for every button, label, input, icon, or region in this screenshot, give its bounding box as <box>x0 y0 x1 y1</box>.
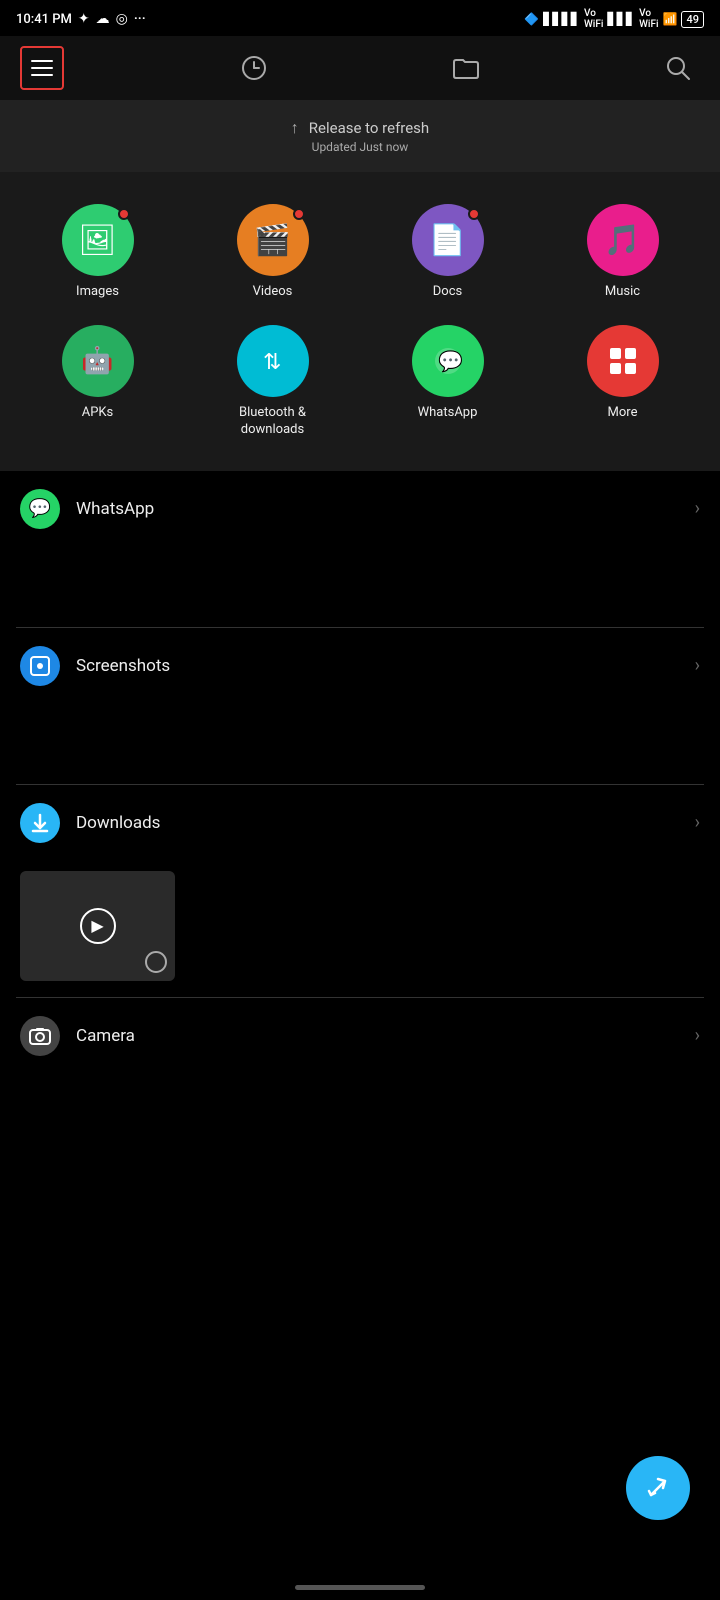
whatsapp-icon: 💬 <box>429 342 467 380</box>
camera-section-label: Camera <box>76 1026 695 1046</box>
videos-icon-bg: 🎬 <box>237 204 309 276</box>
whatsapp-section-label: WhatsApp <box>76 499 695 519</box>
folder-button[interactable] <box>444 46 488 90</box>
search-button[interactable] <box>656 46 700 90</box>
signal2-icon: ▋▋▋ <box>607 12 635 26</box>
bluetooth-download-icon: ⇅ <box>257 345 289 377</box>
status-bar: 10:41 PM ✦ ☁ ◎ ··· 🔷 ▋▋▋▋ VoWiFi ▋▋▋ VoW… <box>0 0 720 36</box>
camera-icon-glyph <box>29 1025 51 1047</box>
videos-notif-dot <box>293 208 305 220</box>
fab-button[interactable] <box>626 1456 690 1520</box>
whatsapp-section-icon-glyph: 💬 <box>29 498 51 519</box>
bluetooth-icon: 🔷 <box>524 12 539 26</box>
recent-button[interactable] <box>232 46 276 90</box>
refresh-sub-text: Updated Just now <box>10 140 710 154</box>
cloud-icon: ☁ <box>96 11 110 27</box>
category-bluetooth[interactable]: ⇅ Bluetooth &downloads <box>185 313 360 451</box>
camera-section-item[interactable]: Camera › <box>0 998 720 1074</box>
apks-label: APKs <box>82 405 114 422</box>
hamburger-icon <box>31 60 53 76</box>
screenshots-section-icon <box>20 646 60 686</box>
category-music[interactable]: 🎵 Music <box>535 192 710 313</box>
more-grid-icon <box>605 343 641 379</box>
whatsapp-icon-bg: 💬 <box>412 325 484 397</box>
fab-icon <box>643 1473 673 1503</box>
battery-indicator: 49 <box>681 11 704 28</box>
screenshots-icon-glyph <box>29 655 51 677</box>
whatsapp-section-icon: 💬 <box>20 489 60 529</box>
more-label: More <box>608 405 638 422</box>
category-videos[interactable]: 🎬 Videos <box>185 192 360 313</box>
images-icon-bg: 🖼 <box>62 204 134 276</box>
docs-notif-dot <box>468 208 480 220</box>
pull-to-refresh-banner: ↑ Release to refresh Updated Just now <box>0 100 720 172</box>
svg-text:💬: 💬 <box>438 349 463 373</box>
more-icon-bg <box>587 325 659 397</box>
top-nav <box>0 36 720 100</box>
thumb-circle-indicator <box>145 951 167 973</box>
images-notif-dot <box>118 208 130 220</box>
videos-label: Videos <box>253 284 293 301</box>
vo-wifi2-label: VoWiFi <box>639 8 658 30</box>
play-button[interactable]: ▶ <box>80 908 116 944</box>
screenshots-spacer <box>0 704 720 784</box>
category-whatsapp[interactable]: 💬 WhatsApp <box>360 313 535 451</box>
category-apks[interactable]: 🤖 APKs <box>10 313 185 451</box>
downloads-section-icon <box>20 803 60 843</box>
arrow-up-icon: ↑ <box>291 118 299 138</box>
status-right: 🔷 ▋▋▋▋ VoWiFi ▋▋▋ VoWiFi 📶 49 <box>524 8 704 30</box>
instagram-icon: ◎ <box>116 11 128 27</box>
camera-section-icon <box>20 1016 60 1056</box>
downloads-thumbnail-area: ▶ <box>0 861 720 997</box>
downloads-icon-glyph <box>29 812 51 834</box>
whatsapp-label: WhatsApp <box>418 405 478 422</box>
whatsapp-spacer <box>0 547 720 627</box>
apks-icon-bg: 🤖 <box>62 325 134 397</box>
category-docs[interactable]: 📄 Docs <box>360 192 535 313</box>
whatsapp-section-item[interactable]: 💬 WhatsApp › <box>0 471 720 547</box>
downloads-chevron-icon: › <box>695 812 700 833</box>
camera-chevron-icon: › <box>695 1025 700 1046</box>
videos-icon: 🎬 <box>254 223 291 258</box>
refresh-main-text: ↑ Release to refresh <box>10 118 710 138</box>
time-display: 10:41 PM <box>16 12 72 27</box>
category-more[interactable]: More <box>535 313 710 451</box>
screenshots-section-item[interactable]: Screenshots › <box>0 628 720 704</box>
search-icon <box>665 55 691 81</box>
folder-icon <box>452 56 480 80</box>
bluetooth-icon-bg: ⇅ <box>237 325 309 397</box>
notification-icon: ✦ <box>78 11 90 27</box>
downloads-section-item[interactable]: Downloads › <box>0 785 720 861</box>
apks-icon: 🤖 <box>81 346 113 376</box>
images-label: Images <box>76 284 119 301</box>
menu-button[interactable] <box>20 46 64 90</box>
more-dots-icon: ··· <box>134 11 146 27</box>
svg-text:⇅: ⇅ <box>263 350 281 375</box>
music-icon: 🎵 <box>604 223 641 258</box>
status-left: 10:41 PM ✦ ☁ ◎ ··· <box>16 11 146 27</box>
category-grid: 🖼 Images 🎬 Videos 📄 Docs 🎵 Music 🤖 APKs <box>0 172 720 471</box>
whatsapp-chevron-icon: › <box>695 498 700 519</box>
docs-label: Docs <box>433 284 462 301</box>
bluetooth-label: Bluetooth &downloads <box>239 405 306 439</box>
home-indicator <box>295 1585 425 1590</box>
vo-wifi-label: VoWiFi <box>584 8 603 30</box>
docs-icon: 📄 <box>429 223 466 258</box>
wifi-icon: 📶 <box>663 12 678 26</box>
signal-icon: ▋▋▋▋ <box>543 12 580 26</box>
screenshots-chevron-icon: › <box>695 655 700 676</box>
images-icon: 🖼 <box>78 223 116 258</box>
video-thumbnail[interactable]: ▶ <box>20 871 175 981</box>
docs-icon-bg: 📄 <box>412 204 484 276</box>
music-icon-bg: 🎵 <box>587 204 659 276</box>
clock-icon <box>240 54 268 82</box>
category-images[interactable]: 🖼 Images <box>10 192 185 313</box>
music-label: Music <box>605 284 640 301</box>
screenshots-section-label: Screenshots <box>76 656 695 676</box>
downloads-section-label: Downloads <box>76 813 695 833</box>
